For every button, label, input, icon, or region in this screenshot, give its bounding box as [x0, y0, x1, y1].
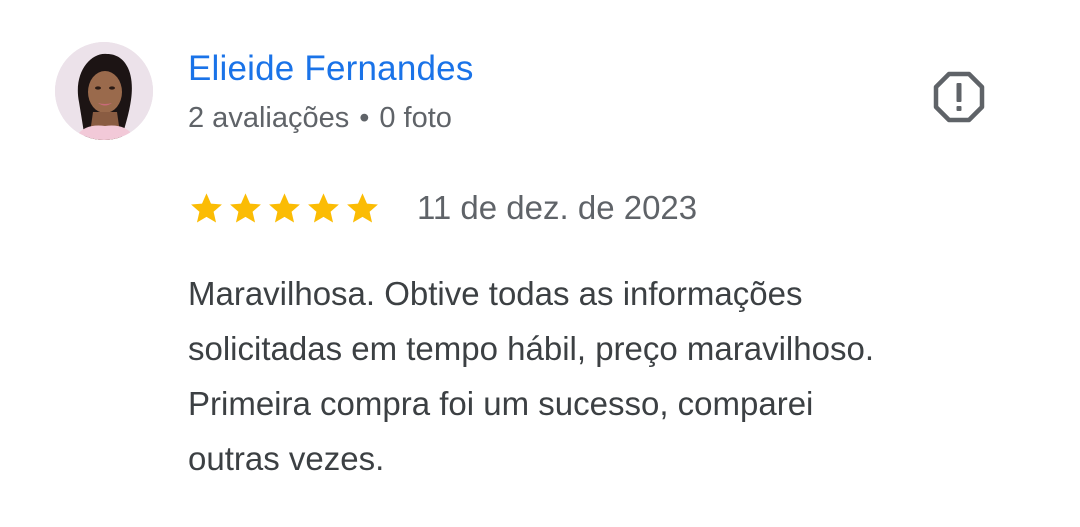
report-button[interactable]: [930, 70, 988, 128]
star-icon: [266, 190, 303, 227]
star-rating: [188, 190, 381, 227]
author-name[interactable]: Elieide Fernandes: [188, 48, 474, 90]
meta-separator: •: [359, 102, 370, 134]
author-meta: 2 avaliações • 0 foto: [188, 100, 452, 136]
review-date: 11 de dez. de 2023: [417, 189, 698, 226]
star-icon: [344, 190, 381, 227]
report-flag-icon: [933, 71, 985, 128]
star-icon: [305, 190, 342, 227]
reviews-count: 2 avaliações: [188, 102, 350, 134]
review-text: Maravilhosa. Obtive todas as informações…: [188, 275, 874, 477]
review-card: Elieide Fernandes 2 avaliações • 0 foto 11…: [0, 0, 1080, 527]
avatar[interactable]: [55, 42, 153, 140]
star-icon: [188, 190, 225, 227]
star-icon: [227, 190, 264, 227]
rating-row: 11 de dez. de 2023: [188, 186, 697, 230]
photos-count: 0 foto: [379, 102, 452, 134]
